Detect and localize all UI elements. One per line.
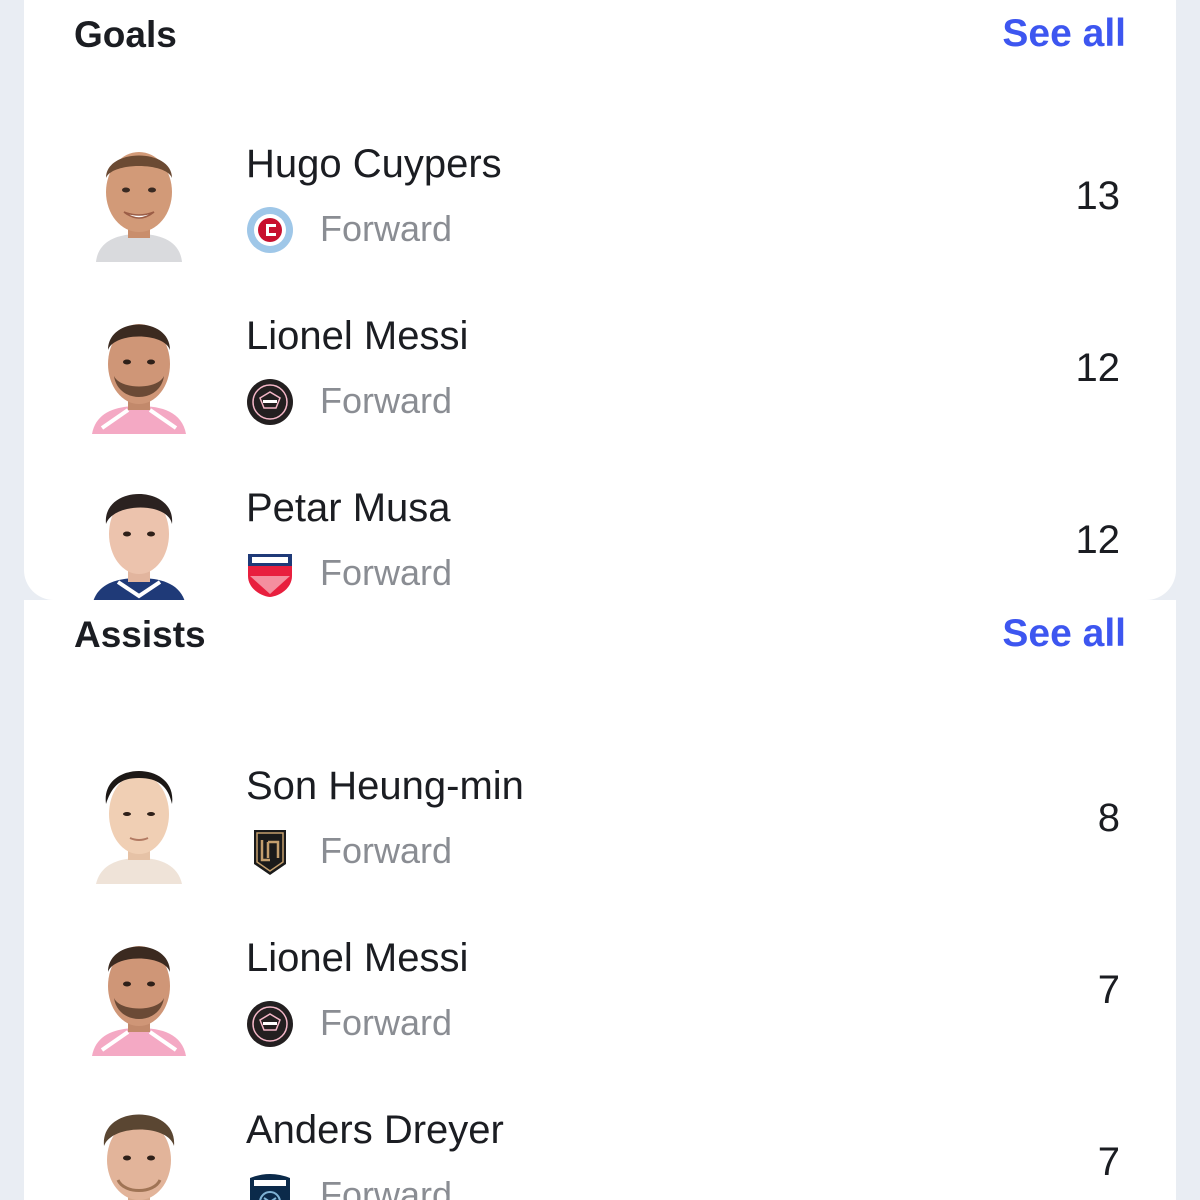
goals-row[interactable]: Petar Musa Forward 12 <box>24 464 1176 600</box>
player-name: Lionel Messi <box>246 314 469 358</box>
assists-row[interactable]: Lionel Messi Forward 7 <box>24 914 1176 1086</box>
player-avatar <box>88 1100 190 1200</box>
assists-title: Assists <box>74 614 206 655</box>
goals-count: 12 <box>1075 518 1121 562</box>
player-position: Forward <box>320 552 453 593</box>
goals-count: 13 <box>1075 174 1121 218</box>
assists-count: 7 <box>1097 1140 1120 1184</box>
assists-row[interactable]: Anders Dreyer Forward 7 <box>24 1086 1176 1200</box>
assists-header: Assists See all <box>24 600 1176 690</box>
player-position: Forward <box>320 208 453 249</box>
inter-miami-logo-icon <box>246 1000 294 1048</box>
player-avatar <box>88 478 190 600</box>
goals-count: 12 <box>1075 346 1121 390</box>
chicago-fire-logo-icon <box>246 206 294 254</box>
player-name: Petar Musa <box>246 486 451 530</box>
goals-card: Goals See all Hugo Cuypers Forward 13 Li… <box>24 0 1176 600</box>
assists-card: Assists See all Son Heung-min Forward 8 … <box>24 600 1176 1200</box>
player-position: Forward <box>320 380 453 421</box>
player-name: Lionel Messi <box>246 936 469 980</box>
goals-row[interactable]: Lionel Messi Forward 12 <box>24 292 1176 464</box>
player-name: Son Heung-min <box>246 764 524 808</box>
san-diego-fc-logo-icon <box>246 1172 294 1200</box>
fc-dallas-logo-icon <box>246 550 294 598</box>
player-avatar <box>88 306 190 434</box>
assists-count: 8 <box>1097 796 1120 840</box>
goals-header: Goals See all <box>24 0 1176 90</box>
player-avatar <box>88 928 190 1056</box>
player-avatar <box>88 134 190 262</box>
player-position: Forward <box>320 1002 453 1043</box>
player-name: Hugo Cuypers <box>246 142 502 186</box>
player-position: Forward <box>320 1174 453 1200</box>
player-position: Forward <box>320 830 453 871</box>
player-avatar <box>88 756 190 884</box>
assists-see-all-link[interactable]: See all <box>1002 612 1126 656</box>
goals-row[interactable]: Hugo Cuypers Forward 13 <box>24 120 1176 292</box>
goals-title: Goals <box>74 14 177 55</box>
player-name: Anders Dreyer <box>246 1108 504 1152</box>
assists-count: 7 <box>1097 968 1120 1012</box>
lafc-logo-icon <box>246 828 294 876</box>
goals-see-all-link[interactable]: See all <box>1002 12 1126 56</box>
page: Goals See all Hugo Cuypers Forward 13 Li… <box>0 0 1200 1200</box>
assists-row[interactable]: Son Heung-min Forward 8 <box>24 742 1176 914</box>
inter-miami-logo-icon <box>246 378 294 426</box>
